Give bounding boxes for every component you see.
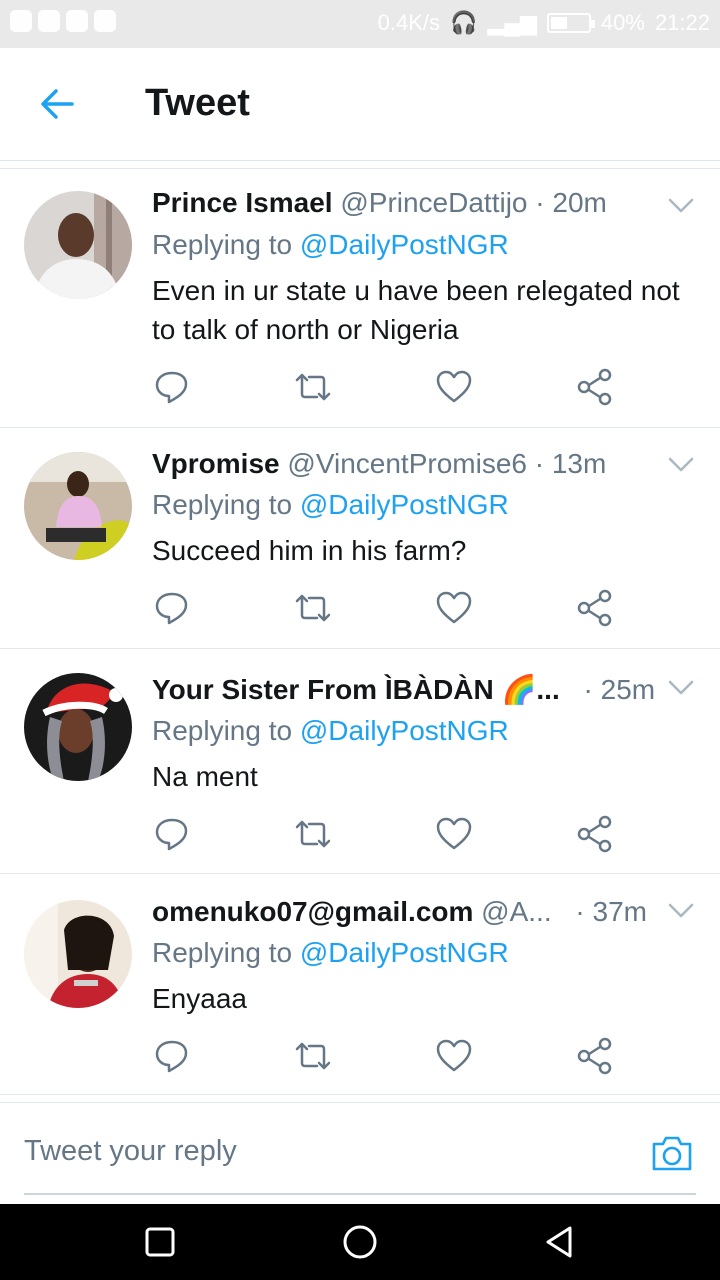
headphones-icon: 🎧: [450, 10, 478, 35]
tweet-text: Na ment: [152, 761, 258, 792]
input-underline: [24, 1193, 696, 1195]
tweet-actions: [152, 588, 622, 628]
like-icon[interactable]: [434, 814, 474, 854]
reply-icon[interactable]: [152, 1036, 192, 1076]
tweet-text: Enyaaa: [152, 983, 247, 1014]
twitter-notification-icon: [94, 10, 116, 32]
chevron-down-icon[interactable]: [668, 197, 694, 215]
camera-icon[interactable]: [650, 1133, 694, 1173]
heart-notification-icon: [10, 10, 32, 32]
reply-icon[interactable]: [152, 367, 192, 407]
tweet-header: Your Sister From ÌBÀDÀN 🌈... · 25m: [152, 673, 655, 706]
tweet-actions: [152, 367, 622, 407]
timestamp: · 13m: [534, 448, 607, 479]
tweet-item[interactable]: Prince Ismael @PrinceDattijo · 20m Reply…: [0, 169, 720, 428]
tweet-header: Prince Ismael @PrinceDattijo · 20m: [152, 187, 607, 219]
signal-icon: ▂▄▆: [487, 10, 537, 35]
tweet-item[interactable]: Vpromise @VincentPromise6 · 13m Replying…: [0, 428, 720, 649]
mention-link[interactable]: @DailyPostNGR: [300, 937, 509, 968]
reply-icon[interactable]: [152, 588, 192, 628]
user-handle[interactable]: @VincentPromise6: [287, 448, 527, 479]
tweet-text: Even in ur state u have been relegated n…: [152, 275, 680, 345]
replying-prefix: Replying to: [152, 715, 293, 746]
battery-icon: [546, 13, 595, 33]
avatar[interactable]: [24, 191, 132, 299]
back-arrow-icon[interactable]: [38, 86, 78, 122]
replying-to: Replying to @DailyPostNGR: [152, 489, 509, 521]
reply-bar: Tweet your reply: [0, 1102, 720, 1205]
display-name[interactable]: Prince Ismael: [152, 187, 333, 218]
replying-to: Replying to @DailyPostNGR: [152, 715, 509, 747]
like-icon[interactable]: [434, 367, 474, 407]
network-speed: 0.4K/s: [377, 10, 441, 35]
image-notification-icon: [66, 10, 88, 32]
share-icon[interactable]: [575, 814, 615, 854]
user-handle[interactable]: @A...: [481, 896, 551, 927]
avatar[interactable]: [24, 900, 132, 1008]
page-title: Tweet: [145, 82, 250, 124]
system-nav-bar: [0, 1204, 720, 1280]
retweet-icon[interactable]: [293, 1036, 333, 1076]
replying-to: Replying to @DailyPostNGR: [152, 937, 509, 969]
mention-link[interactable]: @DailyPostNGR: [300, 229, 509, 260]
tweet-actions: [152, 814, 622, 854]
replying-to: Replying to @DailyPostNGR: [152, 229, 509, 261]
replying-prefix: Replying to: [152, 489, 293, 520]
like-icon[interactable]: [434, 1036, 474, 1076]
share-icon[interactable]: [575, 367, 615, 407]
chevron-down-icon[interactable]: [668, 456, 694, 474]
replying-prefix: Replying to: [152, 229, 293, 260]
display-name[interactable]: Vpromise: [152, 448, 280, 479]
status-bar: 0.4K/s 🎧 ▂▄▆ 40% 21:22: [0, 0, 720, 48]
clock: 21:22: [654, 10, 710, 35]
user-handle[interactable]: @PrinceDattijo: [340, 187, 527, 218]
status-right: 0.4K/s 🎧 ▂▄▆ 40% 21:22: [378, 10, 710, 36]
display-name[interactable]: Your Sister From ÌBÀDÀN 🌈...: [152, 674, 560, 705]
mention-link[interactable]: @DailyPostNGR: [300, 489, 509, 520]
avatar[interactable]: [24, 452, 132, 560]
mention-link[interactable]: @DailyPostNGR: [300, 715, 509, 746]
tweet-item[interactable]: omenuko07@gmail.com @A... · 37m Replying…: [0, 874, 720, 1095]
share-icon[interactable]: [575, 1036, 615, 1076]
share-icon[interactable]: [575, 588, 615, 628]
notification-icons: [10, 10, 116, 32]
chevron-down-icon[interactable]: [668, 902, 694, 920]
reply-icon[interactable]: [152, 814, 192, 854]
tweet-actions: [152, 1036, 622, 1076]
replying-prefix: Replying to: [152, 937, 293, 968]
timestamp: · 37m: [575, 896, 647, 927]
reply-input[interactable]: Tweet your reply: [24, 1135, 237, 1168]
tweet-header: Vpromise @VincentPromise6 · 13m: [152, 448, 606, 480]
display-name[interactable]: omenuko07@gmail.com: [152, 896, 473, 927]
retweet-icon[interactable]: [293, 814, 333, 854]
b-notification-icon: [38, 10, 60, 32]
battery-percent: 40%: [600, 10, 645, 35]
tweet-header: omenuko07@gmail.com @A... · 37m: [152, 896, 647, 928]
timestamp: · 20m: [535, 187, 607, 218]
retweet-icon[interactable]: [293, 367, 333, 407]
retweet-icon[interactable]: [293, 588, 333, 628]
tweet-item[interactable]: Your Sister From ÌBÀDÀN 🌈... · 25m Reply…: [0, 649, 720, 874]
tweet-text: Succeed him in his farm?: [152, 535, 467, 566]
back-nav-icon[interactable]: [542, 1224, 578, 1260]
recent-apps-icon[interactable]: [142, 1224, 178, 1260]
chevron-down-icon[interactable]: [668, 679, 694, 697]
home-icon[interactable]: [342, 1224, 378, 1260]
avatar[interactable]: [24, 673, 132, 781]
timestamp: · 25m: [583, 674, 656, 705]
like-icon[interactable]: [434, 588, 474, 628]
app-header: Tweet: [0, 48, 720, 161]
